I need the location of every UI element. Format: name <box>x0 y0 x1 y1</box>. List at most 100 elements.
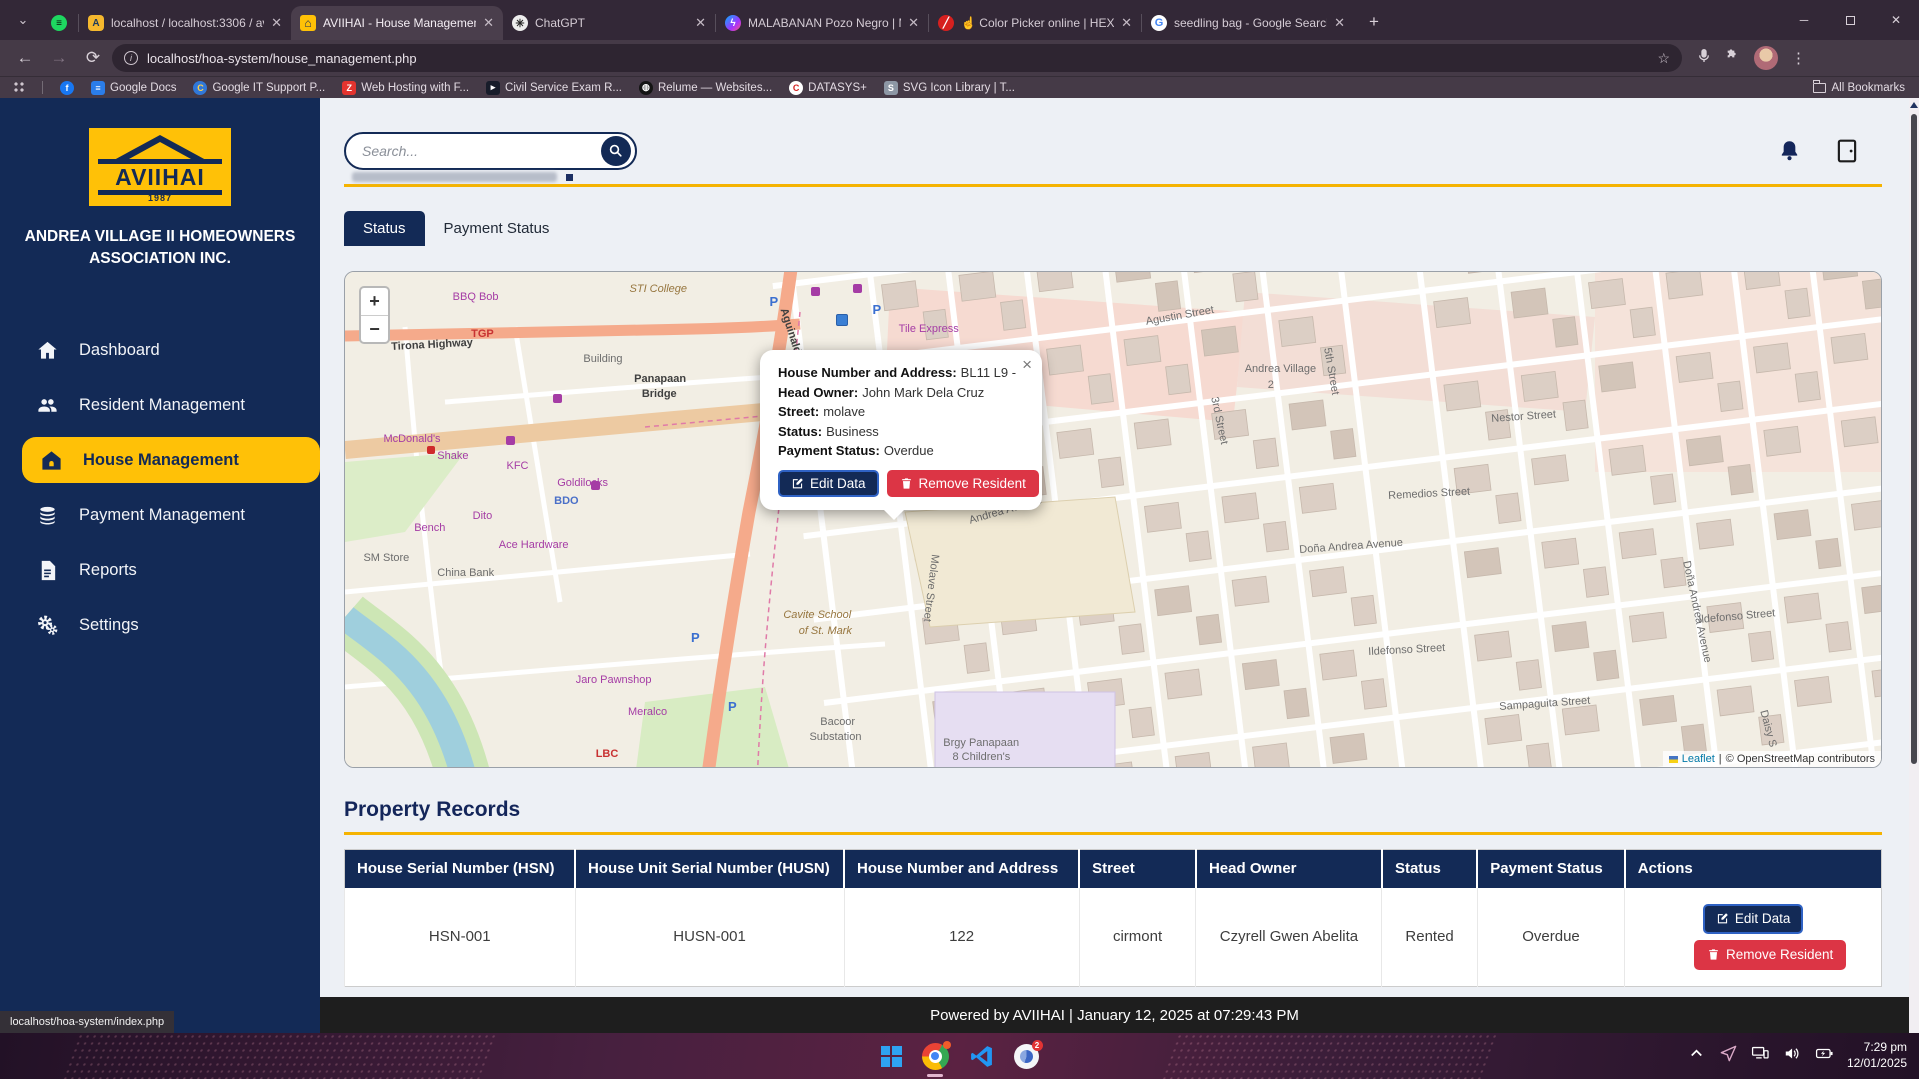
parking-icon: P <box>873 302 882 317</box>
page-scrollbar[interactable] <box>1909 98 1919 1033</box>
bookmark-star-icon[interactable]: ☆ <box>1657 50 1670 67</box>
site-info-icon[interactable]: i <box>124 51 138 65</box>
main-content: StatusPayment Status <box>320 98 1919 1033</box>
address-bar[interactable]: i localhost/hoa-system/house_management.… <box>112 44 1682 72</box>
tab-close-icon[interactable]: ✕ <box>908 15 919 31</box>
browser-tab-malabanan-pozo-negro-me[interactable]: MALABANAN Pozo Negro | Me ✕ <box>716 6 928 40</box>
bookmark-civil-service-exam-r-[interactable]: Civil Service Exam R... <box>486 81 622 95</box>
map-label: 8 Children's <box>953 752 1011 763</box>
bookmark-google-docs[interactable]: Google Docs <box>91 81 176 95</box>
vscode-taskbar-icon[interactable] <box>969 1044 994 1069</box>
search-input[interactable] <box>362 143 601 159</box>
browser-chrome: ⌄ localhost / localhost:3306 / aviil✕AVI… <box>0 0 1919 98</box>
volume-icon[interactable] <box>1783 1044 1802 1068</box>
browser-tab-spotify[interactable] <box>40 6 78 40</box>
taskbar-clock[interactable]: 7:29 pm 12/01/2025 <box>1847 1040 1907 1071</box>
sidebar-item-payment-management[interactable]: Payment Management <box>0 492 320 538</box>
tab-close-icon[interactable]: ✕ <box>1121 15 1132 31</box>
map-label: Shake <box>437 451 468 462</box>
tab-search-button[interactable]: ⌄ <box>10 7 36 33</box>
popup-field: Payment Status:Overdue <box>778 441 1024 461</box>
map-label: BBQ Bob <box>453 292 499 303</box>
browser-tab-chatgpt[interactable]: ChatGPT✕ <box>503 6 715 40</box>
search-bar <box>344 132 637 170</box>
battery-icon[interactable] <box>1815 1044 1834 1068</box>
bookmark-datasys-[interactable]: DATASYS+ <box>789 81 867 95</box>
back-button[interactable]: ← <box>10 48 40 68</box>
close-button[interactable]: ✕ <box>1873 0 1919 40</box>
bookmark-google-it-support-p-[interactable]: Google IT Support P... <box>193 81 325 95</box>
map-label: Substation <box>809 732 861 743</box>
search-button[interactable] <box>601 136 631 166</box>
scrollbar-up-arrow[interactable] <box>1910 102 1918 108</box>
sidebar-item-dashboard[interactable]: Dashboard <box>0 327 320 373</box>
footer: Powered by AVIIHAI | January 12, 2025 at… <box>320 997 1909 1033</box>
tab-close-icon[interactable]: ✕ <box>483 15 494 31</box>
civil-icon <box>486 81 500 95</box>
chrome-taskbar-icon[interactable] <box>922 1043 949 1070</box>
start-button[interactable] <box>881 1046 902 1067</box>
bookmark-svg-icon-library-t-[interactable]: SVG Icon Library | T... <box>884 81 1015 95</box>
logout-door-icon[interactable] <box>1834 138 1860 169</box>
popup-remove-resident-button[interactable]: Remove Resident <box>887 470 1039 497</box>
profile-avatar[interactable] <box>1754 46 1778 70</box>
sidebar-item-house-management[interactable]: House Management <box>22 437 320 483</box>
scrollbar-thumb[interactable] <box>1911 114 1917 764</box>
bookmark-label: Civil Service Exam R... <box>505 82 622 94</box>
map-label: Panapaan <box>634 374 686 385</box>
cell-husn: HUSN-001 <box>575 888 844 987</box>
taskbar: 2 7:29 pm 12/01/2025 <box>0 1033 1919 1079</box>
app-taskbar-icon[interactable]: 2 <box>1014 1044 1039 1069</box>
gold-divider <box>344 184 1882 187</box>
bookmark-relume-websites-[interactable]: Relume — Websites... <box>639 81 772 95</box>
footer-text: Powered by AVIIHAI | January 12, 2025 at… <box>930 1007 1299 1024</box>
zoom-out-button[interactable]: − <box>361 315 388 342</box>
popup-edit-data-button[interactable]: Edit Data <box>778 470 879 497</box>
reload-button[interactable]: ⟳ <box>78 48 108 68</box>
leaflet-map[interactable]: BBQ BobTGPTirona HighwaySTI CollegeBuild… <box>344 271 1882 768</box>
browser-tab-aviihai-house-management[interactable]: AVIIHAI - House Management✕ <box>291 6 503 40</box>
mic-icon[interactable] <box>1696 48 1712 69</box>
new-tab-button[interactable]: + <box>1360 8 1388 36</box>
sidebar-item-reports[interactable]: Reports <box>0 547 320 593</box>
folder-icon <box>1813 83 1826 93</box>
bookmark-web-hosting-with-f-[interactable]: Web Hosting with F... <box>342 81 469 95</box>
browser-tab-seedling-bag-google-search[interactable]: seedling bag - Google Search✕ <box>1142 6 1354 40</box>
gold-divider-2 <box>344 832 1882 835</box>
leaflet-link[interactable]: Leaflet <box>1682 753 1715 765</box>
tab-close-icon[interactable]: ✕ <box>695 15 706 31</box>
maximize-button[interactable] <box>1827 0 1873 40</box>
map-zoom-control: + − <box>359 286 390 344</box>
browser-tab-localhost-localhost-3306-aviil[interactable]: localhost / localhost:3306 / aviil ✕ <box>79 6 291 40</box>
browser-tab--color-picker-online-hex-co[interactable]: ☝ Color Picker online | HEX Co✕ <box>929 6 1141 40</box>
colorpicker-favicon-icon <box>938 15 954 31</box>
sidebar-item-settings[interactable]: Settings <box>0 602 320 648</box>
tab-title: MALABANAN Pozo Negro | Me <box>748 16 901 30</box>
poi-icon <box>836 314 848 326</box>
extensions-puzzle-icon[interactable] <box>1725 48 1741 69</box>
tab-close-icon[interactable]: ✕ <box>271 15 282 31</box>
share-arrow-icon[interactable] <box>1719 1044 1738 1068</box>
edit-data-button[interactable]: Edit Data <box>1703 904 1804 934</box>
apps-grid-icon[interactable] <box>14 82 25 93</box>
poi-icon <box>553 394 562 403</box>
tab-status[interactable]: Status <box>344 211 425 246</box>
notifications-bell-icon[interactable] <box>1777 139 1802 169</box>
network-display-icon[interactable] <box>1751 1044 1770 1068</box>
parking-icon: P <box>769 294 778 309</box>
browser-menu-icon[interactable]: ⋮ <box>1791 49 1806 67</box>
cell-house-number-and-address: 122 <box>844 888 1079 987</box>
tab-close-icon[interactable]: ✕ <box>1334 15 1345 31</box>
tray-chevron-icon[interactable] <box>1687 1044 1706 1068</box>
sidebar-item-resident-management[interactable]: Resident Management <box>0 382 320 428</box>
bookmark-label: Web Hosting with F... <box>361 82 469 94</box>
popup-close-icon[interactable]: × <box>1022 355 1032 375</box>
tab-title: localhost / localhost:3306 / aviil <box>111 16 264 30</box>
remove-resident-button[interactable]: Remove Resident <box>1694 940 1846 970</box>
tab-payment-status[interactable]: Payment Status <box>425 211 569 246</box>
zoom-in-button[interactable]: + <box>361 288 388 315</box>
minimize-button[interactable]: ─ <box>1781 0 1827 40</box>
forward-button[interactable]: → <box>44 48 74 68</box>
all-bookmarks-button[interactable]: All Bookmarks <box>1813 82 1906 94</box>
bookmark-facebook[interactable] <box>60 81 74 95</box>
